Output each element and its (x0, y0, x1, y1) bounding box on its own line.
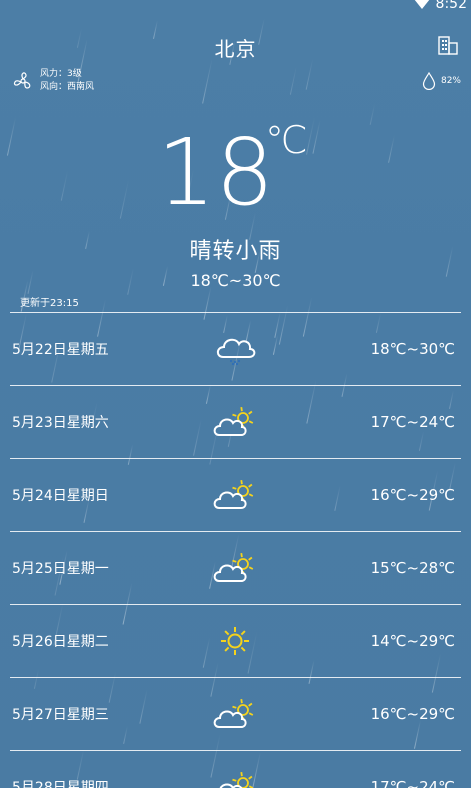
forecast-row[interactable]: 5月22日星期五 18℃~30℃ (10, 313, 461, 386)
cloud-rain-icon (213, 331, 257, 367)
partly-cloudy-icon (213, 550, 257, 586)
forecast-row[interactable]: 5月23日星期六 17℃~24℃ (10, 386, 461, 459)
forecast-range: 16℃~29℃ (370, 705, 455, 723)
forecast-range: 17℃~24℃ (370, 778, 455, 788)
forecast-range: 16℃~29℃ (370, 486, 455, 504)
temperature-value: 18 (156, 119, 275, 226)
forecast-row[interactable]: 5月26日星期二 14℃~29℃ (10, 605, 461, 678)
temperature-unit: ℃ (265, 118, 308, 162)
forecast-row[interactable]: 5月28日星期四 17℃~24℃ (10, 751, 461, 788)
wind-info: 风力：3级 风向：西南风 (12, 68, 94, 94)
wind-power: 风力：3级 (40, 69, 82, 79)
status-bar: 8:52 (413, 0, 467, 12)
forecast-date: 5月22日星期五 (12, 342, 109, 358)
partly-cloudy-icon (213, 404, 257, 440)
wind-direction: 风向：西南风 (40, 82, 95, 92)
forecast-range: 14℃~29℃ (370, 632, 455, 650)
signal-icon (413, 0, 430, 9)
status-time: 8:52 (435, 0, 467, 12)
forecast-date: 5月28日星期四 (12, 780, 109, 788)
rain-streak (289, 65, 298, 95)
building-icon[interactable] (437, 34, 459, 56)
forecast-date: 5月24日星期日 (12, 488, 109, 504)
humidity-value: 82% (440, 76, 461, 86)
rain-streak (305, 58, 314, 90)
partly-cloudy-icon (213, 477, 257, 513)
weather-screen: 8:52 北京 风力：3级 风向：西南风 82% 18 ℃ 晴转小雨 18℃~3… (0, 0, 471, 788)
forecast-range: 17℃~24℃ (370, 413, 455, 431)
forecast-date: 5月26日星期二 (12, 634, 109, 650)
fan-icon (13, 72, 31, 89)
forecast-row[interactable]: 5月27日星期三 16℃~29℃ (10, 678, 461, 751)
water-drop-icon (422, 72, 436, 90)
current-temperature: 18 ℃ (0, 118, 471, 228)
city-title[interactable]: 北京 (0, 33, 471, 62)
partly-cloudy-icon (213, 696, 257, 732)
current-range: 18℃~30℃ (190, 271, 281, 290)
forecast-date: 5月27日星期三 (12, 707, 109, 723)
forecast-range: 15℃~28℃ (370, 559, 455, 577)
sun-icon (213, 623, 257, 659)
forecast-list: 5月22日星期五 18℃~30℃ 5月23日星期六 17℃~24℃ 5月24日星期日… (10, 313, 461, 788)
partly-cloudy-icon (213, 769, 257, 788)
forecast-date: 5月23日星期六 (12, 415, 109, 431)
rain-streak (202, 57, 213, 104)
humidity-info: 82% (422, 72, 461, 90)
forecast-row[interactable]: 5月24日星期日 16℃~29℃ (10, 459, 461, 532)
current-condition: 晴转小雨 (189, 239, 282, 264)
forecast-date: 5月25日星期一 (12, 561, 109, 577)
forecast-range: 18℃~30℃ (370, 340, 455, 358)
forecast-row[interactable]: 5月25日星期一 15℃~28℃ (10, 532, 461, 605)
updated-time: 更新于23:15 (20, 298, 79, 309)
